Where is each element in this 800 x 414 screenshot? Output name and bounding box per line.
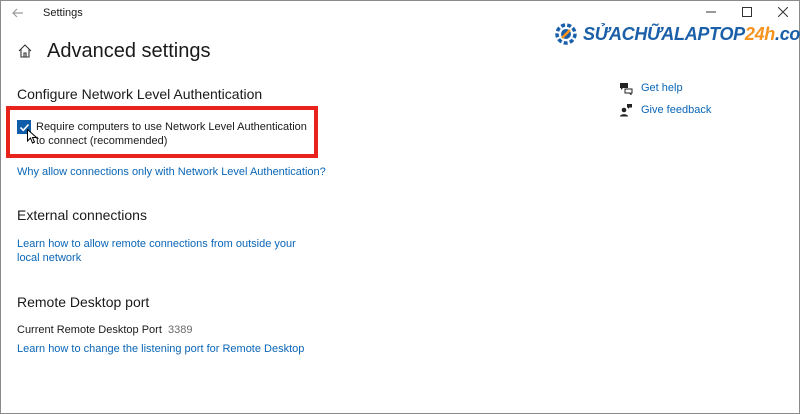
brand-logo: SỬACHỮALAPTOP24h.com: [553, 19, 800, 49]
back-arrow-icon: [12, 8, 23, 18]
logo-text: SỬACHỮALAPTOP24h.com: [583, 23, 800, 44]
nla-info-link[interactable]: Why allow connections only with Network …: [17, 165, 326, 179]
port-info-link[interactable]: Learn how to change the listening port f…: [17, 342, 304, 356]
nla-checkbox-label[interactable]: Require computers to use Network Level A…: [36, 120, 308, 148]
feedback-person-icon: [619, 103, 633, 117]
give-feedback-link[interactable]: Give feedback: [619, 103, 711, 117]
external-section-title: External connections: [17, 207, 147, 223]
back-button[interactable]: [9, 4, 27, 22]
page-title: Advanced settings: [47, 40, 211, 62]
port-label: Current Remote Desktop Port: [17, 324, 162, 336]
get-help-link[interactable]: Get help: [619, 81, 683, 95]
home-button[interactable]: [17, 43, 33, 59]
help-chat-icon: [619, 81, 633, 95]
nla-section-title: Configure Network Level Authentication: [17, 86, 263, 102]
maximize-icon: [742, 7, 752, 17]
gear-logo-icon: [555, 23, 577, 45]
cursor-icon: [27, 129, 38, 144]
give-feedback-label: Give feedback: [641, 104, 712, 116]
minimize-icon: [706, 11, 716, 13]
home-icon: [18, 44, 32, 58]
port-section-title: Remote Desktop port: [17, 294, 150, 310]
port-value: 3389: [168, 324, 193, 336]
close-icon: [778, 7, 788, 17]
window-title: Settings: [43, 7, 83, 19]
settings-window: Settings SỬACHỮALAPTOP24h.com Advanced s…: [0, 0, 800, 414]
get-help-label: Get help: [641, 82, 683, 94]
external-info-link[interactable]: Learn how to allow remote connections fr…: [17, 237, 317, 265]
